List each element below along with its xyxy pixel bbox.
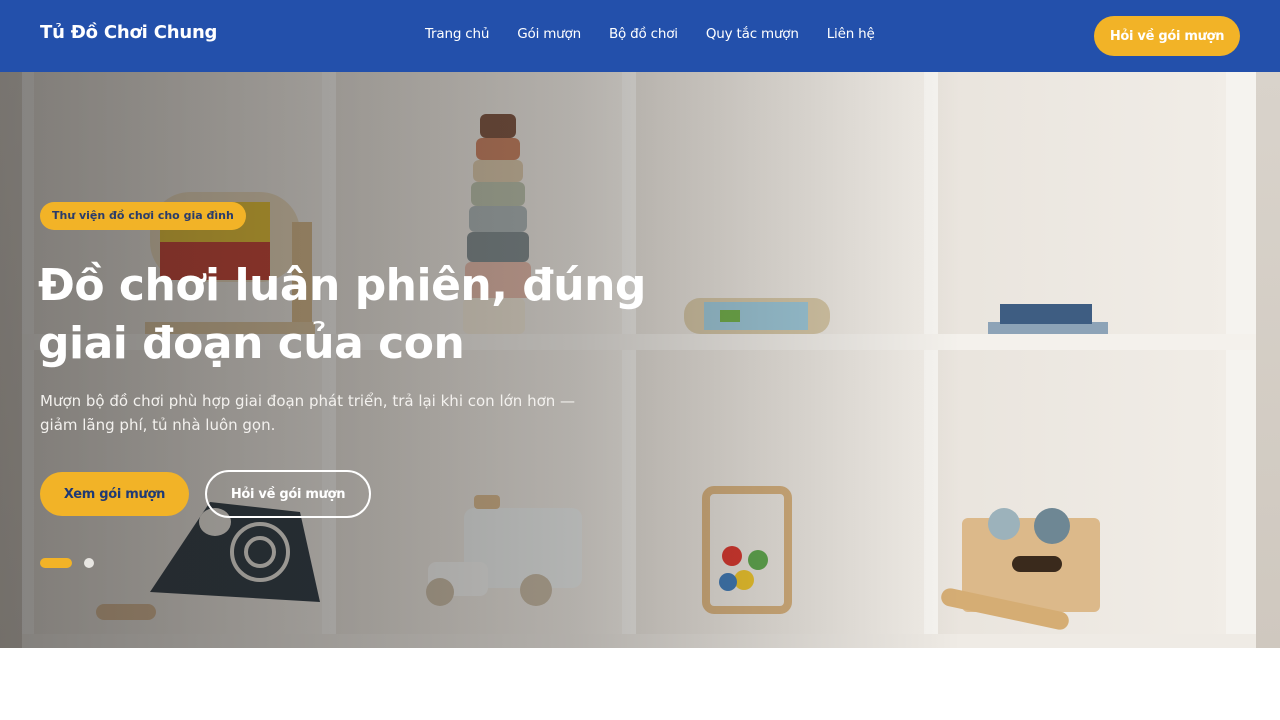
ask-package-button[interactable]: Hỏi về gói mượn (205, 470, 371, 518)
main-menu: Trang chủ Gói mượn Bộ đồ chơi Quy tắc mư… (425, 26, 875, 42)
menu-item-rules[interactable]: Quy tắc mượn (706, 26, 799, 42)
top-navbar: Tủ Đồ Chơi Chung Trang chủ Gói mượn Bộ đ… (0, 0, 1280, 72)
brand-logo-text[interactable]: Tủ Đồ Chơi Chung (40, 22, 217, 43)
hero-section: Thư viện đồ chơi cho gia đình Đồ chơi lu… (0, 72, 1280, 648)
nav-ask-package-button[interactable]: Hỏi về gói mượn (1094, 16, 1240, 56)
menu-item-toy-sets[interactable]: Bộ đồ chơi (609, 26, 678, 42)
page-content-start (0, 648, 1280, 720)
carousel-indicators (40, 558, 94, 568)
menu-item-home[interactable]: Trang chủ (425, 26, 489, 42)
carousel-dot[interactable] (84, 558, 94, 568)
menu-item-contact[interactable]: Liên hệ (827, 26, 875, 42)
hero-subtitle: Mượn bộ đồ chơi phù hợp giai đoạn phát t… (40, 392, 576, 434)
view-packages-button[interactable]: Xem gói mượn (40, 472, 189, 516)
hero-badge: Thư viện đồ chơi cho gia đình (40, 202, 246, 230)
menu-item-packages[interactable]: Gói mượn (517, 26, 581, 42)
hero-title: Đồ chơi luân phiên, đúng giai đoạn của c… (38, 260, 646, 369)
carousel-dot-active[interactable] (40, 558, 72, 568)
